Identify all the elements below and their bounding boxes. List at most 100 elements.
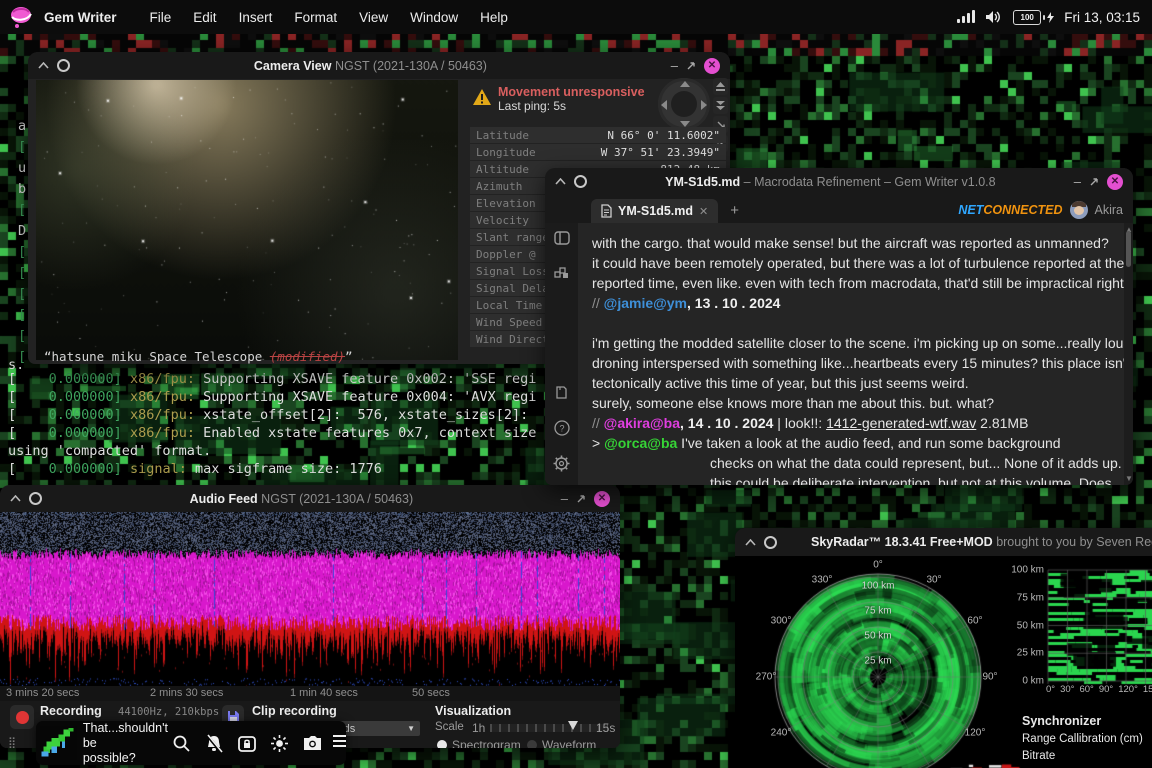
editor-window: YM-S1d5.md – Macrodata Refinement – Gem … (545, 168, 1133, 485)
clip-recording-heading: Clip recording (252, 704, 337, 718)
double-down-button[interactable] (713, 97, 728, 114)
close-tab-icon[interactable]: ✕ (699, 205, 708, 218)
chat-text: it could have been remotely operated, bu… (592, 255, 1124, 271)
collapse-chevron-icon[interactable] (745, 539, 756, 546)
menu-file[interactable]: File (150, 10, 172, 25)
audio-titlebar[interactable]: Audio Feed NGST (2021-130A / 50463) – ✕ (0, 485, 620, 512)
minimize-button[interactable]: – (1074, 177, 1081, 187)
scroll-thumb[interactable] (1126, 231, 1131, 267)
gear-icon[interactable] (553, 455, 570, 477)
dpad-up-icon[interactable] (680, 81, 690, 87)
search-icon[interactable] (172, 734, 191, 753)
timeline-label: 1 min 40 secs (290, 687, 358, 699)
chat-text: , 14 . 10 . 2024 (680, 415, 773, 431)
scale-max: 15s (596, 721, 615, 735)
menu-edit[interactable]: Edit (193, 10, 216, 25)
restore-button[interactable] (686, 61, 696, 71)
window-dot-icon[interactable] (574, 175, 587, 188)
radar-window-title: SkyRadar™ 18.3.41 Free+MOD brought to yo… (785, 535, 1152, 549)
attachment-link[interactable]: 1412-generated-wtf.wav (826, 415, 976, 431)
tab-ym-s1d5[interactable]: YM-S1d5.md✕ (591, 199, 718, 223)
volume-icon (985, 10, 1003, 24)
minimize-button[interactable]: – (561, 494, 568, 504)
timeline-label: 2 mins 30 secs (150, 687, 223, 699)
camera-dpad-control[interactable] (658, 78, 710, 130)
scale-min: 1h (472, 721, 485, 735)
collapse-chevron-icon[interactable] (38, 62, 49, 69)
chat-text: surely, someone else knows more than me … (592, 395, 994, 411)
window-dot-icon[interactable] (57, 59, 70, 72)
restore-button[interactable] (1089, 177, 1099, 187)
timeline-label: 3 mins 20 secs (6, 687, 79, 699)
close-button[interactable]: ✕ (1107, 174, 1123, 190)
chat-line: with the cargo. that would make sense! b… (592, 233, 1124, 253)
collapse-chevron-icon[interactable] (555, 178, 566, 185)
connection-status: NETCONNECTED Akira (958, 201, 1123, 223)
menu-view[interactable]: View (359, 10, 388, 25)
radio-off-icon (527, 740, 537, 748)
brightness-icon[interactable] (270, 734, 289, 753)
menu-icon[interactable] (333, 734, 346, 752)
sidebar-toggle-icon[interactable] (554, 231, 570, 250)
scale-label: Scale (435, 721, 464, 733)
chat-line: > @orca@ba I've taken a look at the audi… (592, 433, 1124, 453)
username: Akira (1095, 203, 1123, 217)
screenshot-lock-icon[interactable] (237, 734, 257, 753)
collapse-chevron-icon[interactable] (10, 495, 21, 502)
telemetry-row: LongitudeW 37° 51' 23.3949" (470, 144, 726, 160)
chat-line: this could be deliberate intervention, b… (592, 473, 1124, 485)
menu-insert[interactable]: Insert (239, 10, 273, 25)
synchronizer-panel: Synchronizer Range Callibration (cm) Bit… (1022, 714, 1143, 767)
editor-titlebar[interactable]: YM-S1d5.md – Macrodata Refinement – Gem … (545, 168, 1133, 195)
chat-text: @orca@ba (604, 435, 677, 451)
chat-text: tectonically active this time of year, b… (592, 375, 969, 391)
chat-line: surely, someone else knows more than me … (592, 393, 1124, 413)
chat-line: reported time, even like. even with tech… (592, 273, 1124, 293)
scrollbar[interactable]: ▲ ▼ (1124, 223, 1133, 485)
menu-help[interactable]: Help (480, 10, 508, 25)
slider-thumb[interactable] (568, 721, 578, 730)
window-dot-icon[interactable] (29, 492, 42, 505)
chat-document[interactable]: with the cargo. that would make sense! b… (578, 223, 1124, 485)
scroll-down-icon[interactable]: ▼ (1125, 474, 1133, 483)
chat-line: droning interspersed with something like… (592, 353, 1124, 373)
restore-button[interactable] (576, 494, 586, 504)
record-button[interactable] (10, 705, 34, 729)
avatar[interactable] (1070, 201, 1088, 219)
chat-line: it could have been remotely operated, bu… (592, 253, 1124, 273)
chat-line: checks on what the data could represent,… (592, 453, 1124, 473)
scale-slider[interactable] (490, 724, 608, 732)
chat-line: tectonically active this time of year, b… (592, 373, 1124, 393)
help-icon[interactable]: ? (554, 420, 570, 441)
dpad-right-icon[interactable] (701, 100, 707, 110)
chat-text: > (592, 435, 604, 451)
chat-line: // @akira@ba, 14 . 10 . 2024 | look!!: 1… (592, 413, 1124, 433)
window-dot-icon[interactable] (764, 536, 777, 549)
blocks-icon[interactable] (554, 264, 570, 285)
close-button[interactable]: ✕ (704, 58, 720, 74)
timeline-label: 50 secs (412, 687, 450, 699)
dpad-left-icon[interactable] (661, 100, 667, 110)
menu-format[interactable]: Format (294, 10, 337, 25)
eject-button[interactable] (713, 78, 728, 95)
chat-line: // @jamie@ym, 13 . 10 . 2024 (592, 293, 1124, 313)
camera-icon[interactable] (302, 734, 323, 752)
skyradar-window: SkyRadar™ 18.3.41 Free+MOD brought to yo… (735, 528, 1152, 768)
charging-bolt-icon (1047, 12, 1054, 23)
audio-timeline[interactable]: 3 mins 20 secs 2 mins 30 secs 1 min 40 sec… (0, 686, 620, 701)
notifications-off-icon[interactable] (204, 734, 224, 753)
camera-titlebar[interactable]: Camera View NGST (2021-130A / 50463) – ✕ (28, 52, 730, 79)
pages-icon[interactable] (554, 385, 569, 406)
character-toast[interactable]: That...shouldn't bepossible? (36, 721, 346, 765)
radio-spectrogram[interactable]: Spectrogram (437, 738, 521, 748)
toast-drag-handle[interactable]: ⣿ (8, 736, 17, 749)
menu-window[interactable]: Window (410, 10, 458, 25)
minimize-button[interactable]: – (671, 61, 678, 71)
radar-titlebar[interactable]: SkyRadar™ 18.3.41 Free+MOD brought to yo… (735, 528, 1152, 556)
app-name[interactable]: Gem Writer (44, 10, 117, 25)
warning-icon (472, 88, 492, 106)
new-tab-button[interactable]: + (730, 202, 739, 219)
camera-warning: Movement unresponsive Last ping: 5s (498, 85, 645, 113)
radio-waveform[interactable]: Waveform (527, 738, 596, 748)
close-button[interactable]: ✕ (594, 491, 610, 507)
